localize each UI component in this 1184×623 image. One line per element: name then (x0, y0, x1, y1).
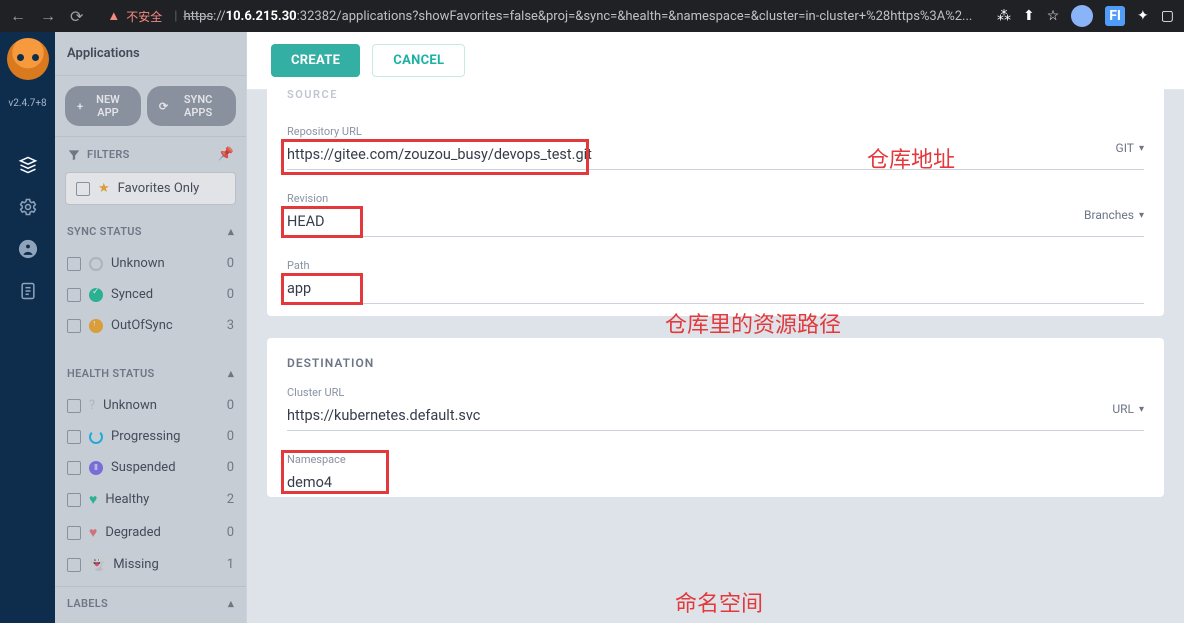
avatar-icon[interactable] (1071, 5, 1093, 27)
cluster-url-field: Cluster URL URL (287, 386, 1144, 431)
source-heading: SOURCE (287, 88, 1144, 101)
health-status-header[interactable]: HEALTH STATUS▴ (55, 357, 246, 390)
cancel-button[interactable]: CANCEL (372, 44, 465, 77)
create-button[interactable]: CREATE (271, 44, 360, 77)
ghost-icon: 👻 (89, 557, 105, 572)
pin-icon[interactable]: 📌 (218, 147, 235, 162)
filters-sidebar: Applications +NEW APP ⟳SYNC APPS FILTERS… (55, 32, 247, 623)
repo-url-field: Repository URL GIT (287, 125, 1144, 170)
filter-health-degraded[interactable]: ♥Degraded0 (55, 516, 246, 549)
sync-status-header[interactable]: SYNC STATUS▴ (55, 215, 246, 248)
sync-apps-button[interactable]: ⟳SYNC APPS (147, 86, 236, 126)
share-icon[interactable]: ⬆ (1023, 8, 1035, 24)
back-icon[interactable]: ← (10, 6, 26, 26)
repo-url-input[interactable] (287, 140, 1144, 170)
star-icon: ★ (98, 181, 110, 196)
user-rail-icon[interactable] (16, 237, 40, 261)
warning-icon: ▲ (107, 8, 120, 24)
version-label: v2.4.7+8 (8, 98, 46, 109)
star-icon[interactable]: ☆ (1047, 8, 1060, 24)
settings-rail-icon[interactable] (16, 195, 40, 219)
path-input[interactable] (287, 274, 1144, 304)
filter-health-healthy[interactable]: ♥Healthy2 (55, 483, 246, 516)
filter-sync-unknown[interactable]: Unknown0 (55, 248, 246, 279)
translate-icon[interactable]: ⁂ (997, 8, 1011, 24)
left-rail: v2.4.7+8 (0, 32, 55, 623)
filter-health-progressing[interactable]: Progressing0 (55, 421, 246, 452)
insecure-label: 不安全 (126, 8, 162, 25)
path-field: Path (287, 259, 1144, 304)
filter-health-unknown[interactable]: ?Unknown0 (55, 390, 246, 421)
revision-input[interactable] (287, 207, 1144, 237)
url-text: https://10.6.215.30:32382/applications?s… (183, 9, 972, 24)
filter-health-suspended[interactable]: ⅡSuspended0 (55, 452, 246, 483)
plus-icon: + (77, 100, 83, 113)
outofsync-icon (89, 319, 103, 333)
unknown-icon (89, 257, 103, 271)
destination-panel: DESTINATION Cluster URL URL Namespace (267, 338, 1164, 497)
filter-health-missing[interactable]: 👻Missing1 (55, 549, 246, 580)
unknown-health-icon: ? (89, 398, 95, 413)
window-icon[interactable]: ▢ (1161, 8, 1174, 24)
reload-icon[interactable]: ⟳ (70, 7, 83, 26)
checkbox[interactable] (76, 182, 90, 196)
heart-icon: ♥ (89, 491, 97, 508)
suspended-icon: Ⅱ (89, 461, 103, 475)
apps-rail-icon[interactable] (16, 153, 40, 177)
cluster-type-dropdown[interactable]: URL (1112, 402, 1144, 416)
filter-sync-synced[interactable]: Synced0 (55, 279, 246, 310)
favorites-only-toggle[interactable]: ★ Favorites Only (65, 172, 236, 205)
labels-header[interactable]: LABELS▴ (55, 587, 246, 620)
destination-heading: DESTINATION (287, 356, 1144, 370)
namespace-field: Namespace (287, 453, 1144, 497)
panel-topbar: CREATE CANCEL (247, 32, 1184, 90)
synced-icon (89, 288, 103, 302)
broken-heart-icon: ♥ (89, 524, 97, 541)
progressing-icon (89, 430, 103, 444)
sync-icon: ⟳ (159, 100, 168, 113)
browser-address-bar: ← → ⟳ ▲ 不安全 | https://10.6.215.30:32382/… (0, 0, 1184, 32)
extension-fi-icon[interactable]: FI (1105, 6, 1125, 26)
namespace-input[interactable] (287, 468, 1144, 497)
filters-header: FILTERS 📌 (55, 137, 246, 172)
page-title: Applications (55, 32, 246, 76)
funnel-icon (67, 148, 81, 162)
revision-type-dropdown[interactable]: Branches (1084, 208, 1144, 222)
extensions-icon[interactable]: ✦ (1137, 8, 1149, 24)
filter-sync-outofsync[interactable]: OutOfSync3 (55, 310, 246, 341)
main-content: CREATE CANCEL SOURCE Repository URL GIT … (247, 32, 1184, 623)
anno-namespace: 命名空间 (675, 586, 763, 618)
url-bar[interactable]: ▲ 不安全 | https://10.6.215.30:32382/applic… (97, 4, 983, 28)
argocd-logo (7, 38, 49, 80)
docs-rail-icon[interactable] (16, 279, 40, 303)
repo-type-dropdown[interactable]: GIT (1116, 141, 1144, 155)
revision-field: Revision Branches (287, 192, 1144, 237)
cluster-url-input[interactable] (287, 401, 1144, 431)
forward-icon[interactable]: → (40, 6, 56, 26)
new-app-button[interactable]: +NEW APP (65, 86, 141, 126)
